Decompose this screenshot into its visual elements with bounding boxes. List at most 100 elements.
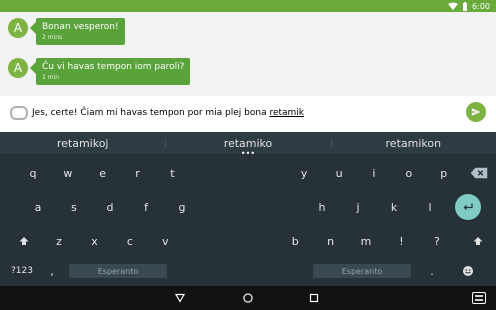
key-label: j xyxy=(356,200,360,214)
send-icon xyxy=(471,108,481,116)
recents-icon xyxy=(309,293,319,303)
backspace-icon xyxy=(470,167,487,179)
spacebar-left-surface: Esperanto xyxy=(69,264,167,278)
key-k[interactable]: k xyxy=(376,190,412,224)
key-label: f xyxy=(144,200,148,214)
battery-icon xyxy=(463,1,468,11)
key-q[interactable]: q xyxy=(16,156,51,190)
status-bar: 6:00 xyxy=(0,0,496,12)
emoji-icon xyxy=(463,266,473,276)
key-label: t xyxy=(170,166,175,180)
suggestion-2[interactable]: retamiko ••• xyxy=(165,132,330,158)
key-y[interactable]: y xyxy=(287,156,322,190)
key-z[interactable]: z xyxy=(41,224,76,258)
key-label: z xyxy=(56,234,62,248)
key-i[interactable]: i xyxy=(357,156,392,190)
spacebar-right-label: Esperanto xyxy=(341,266,383,276)
key-row-1: q w e r t y u i o p xyxy=(0,156,496,190)
key-label: d xyxy=(106,200,114,214)
key-label: b xyxy=(291,234,299,248)
recents-button[interactable] xyxy=(306,290,322,306)
message-bubble[interactable]: Bonan vesperon! 2 mins xyxy=(30,18,125,45)
key-u[interactable]: u xyxy=(322,156,357,190)
message-input-text: Jes, certe! Ĉiam mi havas tempon por mia… xyxy=(32,108,304,118)
spacebar-left[interactable]: Esperanto xyxy=(66,256,170,286)
emoji-key[interactable] xyxy=(450,256,486,286)
key-label: r xyxy=(135,166,140,180)
key-label: p xyxy=(440,166,448,180)
status-right: 6:00 xyxy=(448,0,490,12)
back-button[interactable] xyxy=(172,290,188,306)
key-o[interactable]: o xyxy=(391,156,426,190)
message-input-underlined: retamik xyxy=(269,108,305,118)
message-bubble[interactable]: Ĉu vi havas tempon iom paroli? 1 min xyxy=(29,58,191,85)
key-s[interactable]: s xyxy=(56,190,92,224)
message-input-prefix: Jes, certe! Ĉiam mi havas tempon por mia… xyxy=(32,108,270,118)
period-key[interactable]: . xyxy=(414,256,450,286)
back-icon xyxy=(174,293,186,303)
message-input[interactable]: Jes, certe! Ĉiam mi havas tempon por mia… xyxy=(32,102,462,124)
period-label: . xyxy=(430,264,434,278)
key-g[interactable]: g xyxy=(164,190,200,224)
key-label: g xyxy=(178,200,186,214)
message-text: Ĉu vi havas tempon iom paroli? xyxy=(42,62,185,72)
key-label: h xyxy=(318,200,326,214)
backspace-key[interactable] xyxy=(461,156,496,190)
attach-icon[interactable] xyxy=(10,106,28,120)
key-label: m xyxy=(360,234,372,248)
key-c[interactable]: c xyxy=(112,224,147,258)
home-button[interactable] xyxy=(240,290,256,306)
key-row-3: z x c v b n m ! ? xyxy=(0,224,496,258)
key-question[interactable]: ? xyxy=(419,224,454,258)
key-d[interactable]: d xyxy=(92,190,128,224)
suggestion-2-label: retamiko xyxy=(223,136,273,150)
avatar: A xyxy=(8,58,28,78)
message-composer: Jes, certe! Ĉiam mi havas tempon por mia… xyxy=(0,96,496,132)
shift-key-left[interactable] xyxy=(6,224,41,258)
key-label: ? xyxy=(433,234,440,248)
navigation-bar xyxy=(0,286,496,310)
key-f[interactable]: f xyxy=(128,190,164,224)
key-label: n xyxy=(327,234,335,248)
home-icon xyxy=(243,293,253,303)
shift-icon xyxy=(473,237,483,245)
key-label: s xyxy=(71,200,77,214)
key-e[interactable]: e xyxy=(85,156,120,190)
key-m[interactable]: m xyxy=(348,224,383,258)
keyboard-icon[interactable] xyxy=(472,292,486,304)
key-label: x xyxy=(91,234,98,248)
comma-key[interactable]: , xyxy=(38,256,66,286)
message-time: 2 mins xyxy=(42,34,63,41)
key-row-2: a s d f g h j k l xyxy=(0,190,496,224)
key-p[interactable]: p xyxy=(426,156,461,190)
symbols-key[interactable]: ?123 xyxy=(6,256,38,286)
key-a[interactable]: a xyxy=(20,190,56,224)
status-time: 6:00 xyxy=(472,1,490,11)
suggestion-1[interactable]: retamikoj xyxy=(0,132,165,154)
message-text: Bonan vesperon! xyxy=(42,22,119,32)
avatar: A xyxy=(8,18,28,38)
key-x[interactable]: x xyxy=(77,224,112,258)
key-n[interactable]: n xyxy=(313,224,348,258)
key-v[interactable]: v xyxy=(148,224,183,258)
shift-key-right[interactable] xyxy=(461,224,496,258)
chat-area: A Bonan vesperon! 2 mins A Ĉu vi havas t… xyxy=(0,12,496,96)
key-h[interactable]: h xyxy=(304,190,340,224)
suggestion-3[interactable]: retamikon xyxy=(330,132,496,154)
key-w[interactable]: w xyxy=(50,156,85,190)
key-exclamation[interactable]: ! xyxy=(384,224,419,258)
key-j[interactable]: j xyxy=(340,190,376,224)
key-label: e xyxy=(99,166,107,180)
send-button[interactable] xyxy=(466,102,486,122)
enter-button[interactable] xyxy=(455,194,481,220)
enter-key[interactable] xyxy=(448,190,488,224)
key-r[interactable]: r xyxy=(120,156,155,190)
message-2: A Ĉu vi havas tempon iom paroli? 1 min xyxy=(8,58,191,85)
spacebar-right[interactable]: Esperanto xyxy=(310,256,414,286)
key-b[interactable]: b xyxy=(277,224,312,258)
key-label: i xyxy=(372,166,376,180)
comma-label: , xyxy=(50,264,54,278)
key-label: k xyxy=(390,200,398,214)
key-t[interactable]: t xyxy=(155,156,190,190)
key-l[interactable]: l xyxy=(412,190,448,224)
